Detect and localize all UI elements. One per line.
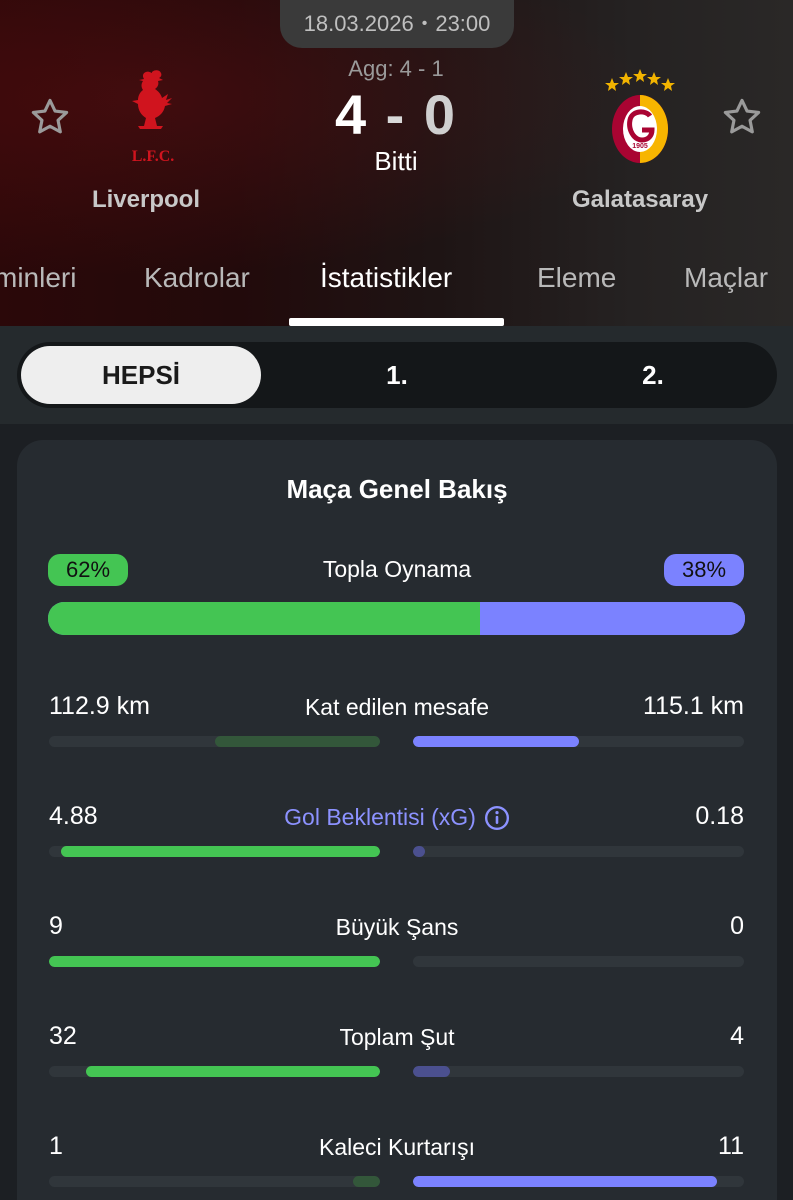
stat-away-fill bbox=[413, 736, 579, 747]
favorite-home-star-icon[interactable] bbox=[29, 96, 71, 138]
match-overview-card: Maça Genel Bakış 62% Topla Oynama 38% 11… bbox=[17, 440, 777, 1200]
stat-home-value: 32 bbox=[49, 1022, 77, 1050]
stat-away-track bbox=[413, 956, 744, 967]
period-selector-strip: HEPSİ 1. 2. bbox=[0, 326, 793, 424]
liverpool-crest-logo[interactable]: L.F.C. bbox=[118, 66, 188, 166]
away-score: 0 bbox=[423, 83, 458, 146]
stat-home-fill bbox=[352, 1176, 380, 1187]
stat-row-distance: 112.9 km Kat edilen mesafe 115.1 km bbox=[17, 692, 777, 772]
possession-bar bbox=[48, 602, 745, 635]
match-time: 23:00 bbox=[435, 11, 491, 36]
stat-home-track bbox=[49, 956, 380, 967]
liverpool-crest-text: L.F.C. bbox=[132, 148, 175, 165]
possession-label: Topla Oynama bbox=[322, 556, 472, 582]
stat-row-expected-goals[interactable]: 4.88 Gol Beklentisi (xG) 0.18 bbox=[17, 802, 777, 882]
stat-row-goalkeeper-saves: 1 Kaleci Kurtarışı 11 bbox=[17, 1132, 777, 1200]
stat-home-value: 1 bbox=[49, 1132, 63, 1160]
tab-statistics[interactable]: İstatistikler bbox=[320, 258, 452, 308]
tab-knockout[interactable]: Eleme bbox=[537, 258, 616, 308]
stat-home-fill bbox=[49, 956, 380, 967]
stat-label-text: Toplam Şut bbox=[339, 1024, 455, 1050]
stat-away-track bbox=[413, 736, 744, 747]
stat-label: Büyük Şans bbox=[197, 914, 597, 941]
stat-label: Toplam Şut bbox=[197, 1024, 597, 1051]
stat-away-fill bbox=[413, 1066, 450, 1077]
home-score: 4 bbox=[334, 83, 369, 146]
stat-away-value: 4 bbox=[730, 1022, 744, 1050]
home-possession-badge: 62% bbox=[48, 554, 128, 586]
match-date: 18.03.2026 bbox=[303, 11, 414, 36]
stat-home-fill bbox=[85, 1066, 380, 1077]
period-first-half-button[interactable]: 1. bbox=[277, 346, 517, 404]
match-status: Bitti bbox=[374, 146, 418, 176]
match-header: 18.03.2026 • 23:00 L.F.C. 1905 Liverpool… bbox=[0, 0, 793, 326]
stat-home-fill bbox=[60, 846, 380, 857]
stat-label: Kaleci Kurtarışı bbox=[197, 1134, 597, 1161]
home-team-name[interactable]: Liverpool bbox=[60, 186, 232, 214]
stat-away-track bbox=[413, 846, 744, 857]
period-second-half-button[interactable]: 2. bbox=[533, 346, 773, 404]
galatasaray-crest-logo[interactable]: 1905 bbox=[598, 66, 682, 166]
stat-away-fill bbox=[413, 846, 425, 857]
away-possession-badge: 38% bbox=[664, 554, 744, 586]
stat-label[interactable]: Gol Beklentisi (xG) bbox=[197, 804, 597, 831]
stat-away-value: 0 bbox=[730, 912, 744, 940]
stat-home-track bbox=[49, 736, 380, 747]
favorite-away-star-icon[interactable] bbox=[721, 96, 763, 138]
stat-label-text: Kat edilen mesafe bbox=[304, 694, 490, 720]
stat-home-value: 9 bbox=[49, 912, 63, 940]
period-selector: HEPSİ 1. 2. bbox=[17, 342, 777, 408]
stat-away-track bbox=[413, 1066, 744, 1077]
stat-away-track bbox=[413, 1176, 744, 1187]
stat-away-fill bbox=[413, 1176, 717, 1187]
possession-header: 62% Topla Oynama 38% bbox=[17, 552, 777, 588]
stat-home-value: 4.88 bbox=[49, 802, 98, 830]
stat-home-track bbox=[49, 846, 380, 857]
stat-row-total-shots: 32 Toplam Şut 4 bbox=[17, 1022, 777, 1102]
card-title: Maça Genel Bakış bbox=[286, 474, 508, 504]
final-score: 4 - 0 bbox=[296, 82, 496, 147]
active-tab-indicator bbox=[289, 318, 504, 326]
galatasaray-crest-text: 1905 bbox=[632, 143, 648, 150]
stat-label-text: Büyük Şans bbox=[335, 914, 459, 940]
stat-home-track bbox=[49, 1176, 380, 1187]
stat-home-fill bbox=[214, 736, 380, 747]
stat-away-value: 11 bbox=[718, 1132, 744, 1160]
stat-label-text[interactable]: Gol Beklentisi (xG) bbox=[284, 804, 476, 831]
match-datetime: 18.03.2026 • 23:00 bbox=[280, 0, 514, 48]
home-possession-fill bbox=[48, 602, 481, 635]
score-dash: - bbox=[385, 83, 407, 146]
datetime-separator: • bbox=[421, 15, 428, 32]
period-all-button[interactable]: HEPSİ bbox=[21, 346, 261, 404]
stat-home-track bbox=[49, 1066, 380, 1077]
info-icon[interactable] bbox=[484, 805, 510, 831]
aggregate-score: Agg: 4 - 1 bbox=[348, 56, 444, 81]
stat-row-big-chances: 9 Büyük Şans 0 bbox=[17, 912, 777, 992]
stat-home-value: 112.9 km bbox=[49, 692, 150, 720]
tab-lineups[interactable]: Kadrolar bbox=[144, 258, 250, 308]
tab-predictions[interactable]: minleri bbox=[0, 258, 76, 308]
away-possession-fill bbox=[480, 602, 745, 635]
tab-matches[interactable]: Maçlar bbox=[684, 258, 768, 308]
away-team-name[interactable]: Galatasaray bbox=[560, 186, 720, 214]
stat-label-text: Kaleci Kurtarışı bbox=[319, 1134, 475, 1160]
stat-away-value: 0.18 bbox=[695, 802, 744, 830]
stat-label: Kat edilen mesafe bbox=[197, 694, 597, 721]
stat-away-value: 115.1 km bbox=[643, 692, 744, 720]
match-tabs: minleri Kadrolar İstatistikler Eleme Maç… bbox=[0, 250, 793, 326]
